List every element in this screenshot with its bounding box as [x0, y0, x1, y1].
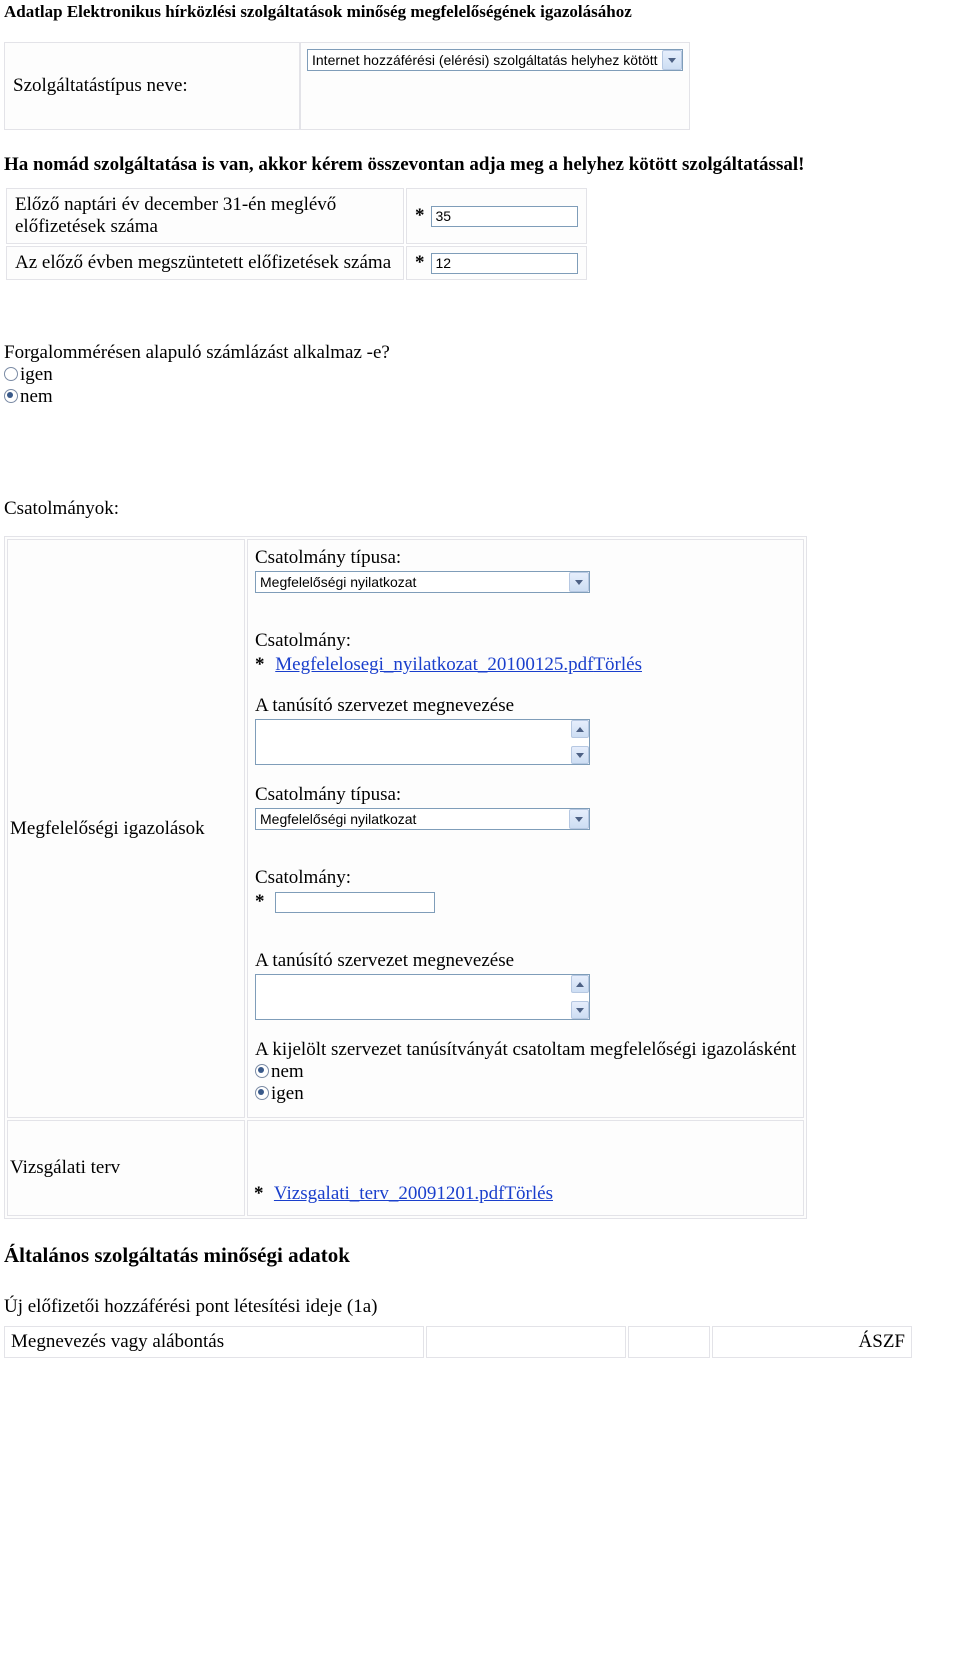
scroll-down-icon	[571, 1001, 589, 1019]
service-type-label-cell: Szolgáltatástípus neve:	[4, 42, 300, 130]
attachments-heading: Csatolmányok:	[4, 498, 956, 520]
bottom-header-row: Megnevezés vagy alábontás ÁSZF	[4, 1326, 956, 1358]
bottom-col-4: ÁSZF	[712, 1326, 912, 1358]
cert-radio-no[interactable]	[255, 1064, 269, 1078]
attachment-type-label-2: Csatolmány típusa:	[255, 784, 796, 806]
org-section-1: A tanúsító szervezet megnevezése	[248, 688, 803, 777]
chevron-down-icon	[569, 809, 589, 829]
discontinued-label: Az előző évben megszüntetett előfizetése…	[6, 246, 404, 280]
scroll-up-icon	[571, 720, 589, 738]
prev-year-subs-value-cell: *	[406, 188, 587, 244]
required-star: *	[415, 252, 425, 273]
vizsgalati-left-label: Vizsgálati terv	[7, 1120, 245, 1216]
cert-statement-section: A kijelölt szervezet tanúsítványát csato…	[248, 1032, 803, 1117]
attachment-type-value-2: Megfelelőségi nyilatkozat	[260, 811, 416, 827]
bottom-col-1: Megnevezés vagy alábontás	[4, 1326, 424, 1358]
billing-radio-no[interactable]	[4, 389, 18, 403]
attachment-type-select-2[interactable]: Megfelelőségi nyilatkozat	[255, 808, 590, 830]
attachment-type-label-1: Csatolmány típusa:	[255, 547, 796, 569]
compliance-left-label-text: Megfelelőségi igazolások	[10, 818, 205, 839]
required-star: *	[255, 654, 265, 675]
service-type-select[interactable]: Internet hozzáférési (elérési) szolgálta…	[307, 49, 683, 71]
billing-no-label: nem	[20, 386, 53, 407]
cert-radio-yes[interactable]	[255, 1086, 269, 1100]
chevron-down-icon	[662, 50, 682, 70]
compliance-left-label: Megfelelőségi igazolások	[7, 539, 245, 1118]
service-type-label: Szolgáltatástípus neve:	[13, 75, 188, 96]
required-star: *	[255, 891, 265, 912]
attachment-delete-1[interactable]: Törlés	[593, 654, 642, 675]
prev-year-subs-input[interactable]	[431, 206, 578, 227]
billing-radio-yes[interactable]	[4, 367, 18, 381]
general-heading: Általános szolgáltatás minőségi adatok	[4, 1243, 956, 1268]
attachment-file-link-1[interactable]: Megfelelosegi_nyilatkozat_20100125.pdf	[275, 654, 593, 675]
discontinued-input[interactable]	[431, 253, 578, 274]
chevron-down-icon	[569, 572, 589, 592]
vizsgalati-delete[interactable]: Törlés	[504, 1183, 553, 1204]
bottom-col-2	[426, 1326, 626, 1358]
org-textarea-2[interactable]	[255, 974, 590, 1020]
scroll-down-icon	[571, 746, 589, 764]
org-label-1: A tanúsító szervezet megnevezése	[255, 695, 796, 717]
attachment-section-1: Csatolmány típusa: Megfelelőségi nyilatk…	[248, 540, 803, 623]
attachment-file-section-1: Csatolmány: * Megfelelosegi_nyilatkozat_…	[248, 623, 803, 688]
cert-no-label: nem	[271, 1061, 304, 1082]
attachment-file-label-1: Csatolmány:	[255, 630, 796, 652]
attachment-file-input-2[interactable]	[275, 892, 435, 913]
nomad-note: Ha nomád szolgáltatása is van, akkor kér…	[4, 154, 956, 176]
org-textarea-1[interactable]	[255, 719, 590, 765]
service-type-value-cell: Internet hozzáférési (elérési) szolgálta…	[300, 42, 690, 130]
scroll-up-icon	[571, 975, 589, 993]
bottom-col-3	[628, 1326, 710, 1358]
billing-yes-label: igen	[20, 364, 53, 385]
prev-year-subs-label: Előző naptári év december 31-én meglévő …	[6, 188, 404, 244]
attachment-file-label-2: Csatolmány:	[255, 867, 796, 889]
attachment-section-2: Csatolmány típusa: Megfelelőségi nyilatk…	[248, 777, 803, 860]
cert-yes-label: igen	[271, 1083, 304, 1104]
org-label-2: A tanúsító szervezet megnevezése	[255, 950, 796, 972]
attachments-table: Megfelelőségi igazolások Csatolmány típu…	[4, 536, 807, 1219]
attachment-type-select-1[interactable]: Megfelelőségi nyilatkozat	[255, 571, 590, 593]
vizsgalati-file-link[interactable]: Vizsgalati_terv_20091201.pdf	[274, 1183, 505, 1204]
billing-question: Forgalommérésen alapuló számlázást alkal…	[4, 342, 956, 364]
service-type-selected: Internet hozzáférési (elérési) szolgálta…	[312, 52, 658, 68]
attachment-type-value-1: Megfelelőségi nyilatkozat	[260, 574, 416, 590]
vizsgalati-left-label-text: Vizsgálati terv	[10, 1157, 120, 1178]
cert-statement: A kijelölt szervezet tanúsítványát csato…	[255, 1039, 796, 1061]
discontinued-value-cell: *	[406, 246, 587, 280]
sub-heading-1a: Új előfizetői hozzáférési pont létesítés…	[4, 1296, 956, 1318]
org-section-2: A tanúsító szervezet megnevezése	[248, 943, 803, 1032]
required-star: *	[415, 205, 425, 226]
attachment-file-section-2: Csatolmány: *	[248, 860, 803, 943]
required-star: *	[254, 1183, 264, 1204]
page-title: Adatlap Elektronikus hírközlési szolgált…	[4, 2, 956, 22]
